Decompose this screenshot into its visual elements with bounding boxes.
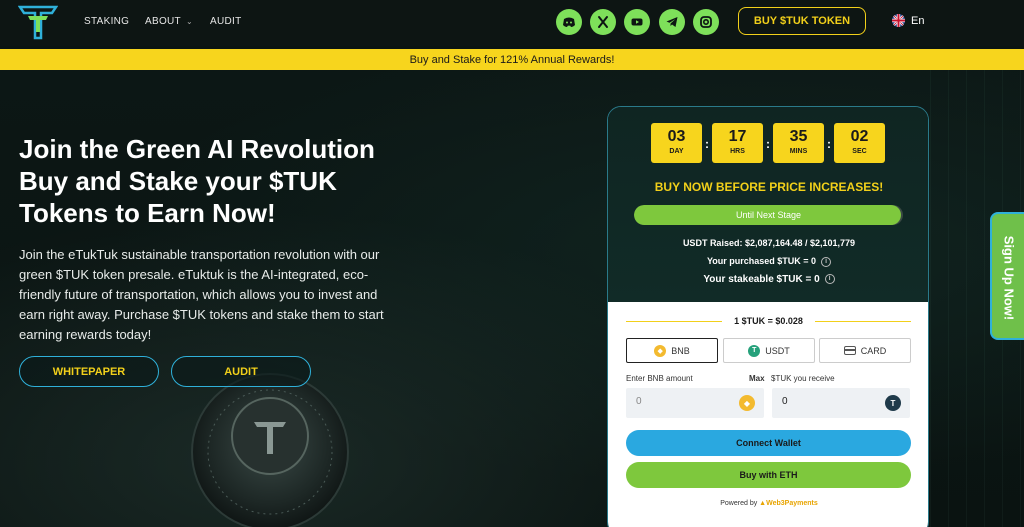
youtube-icon[interactable] [624,9,650,35]
purchased-tuk-text: Your purchased $TUK = 0 [706,256,817,266]
divider [814,320,912,322]
top-nav: STAKING ABOUT ⌄ AUDIT BUY $TUK TOKEN En [0,0,1024,46]
stage-progress-label: Until Next Stage [735,210,802,220]
countdown-days: 03 DAY [651,123,702,163]
tab-label: USDT [765,345,790,356]
countdown-value: 03 [667,128,686,145]
stage-progress-bar: Until Next Stage [634,205,903,225]
tuk-receive-value: 0 [782,396,788,407]
buy-tuk-token-button[interactable]: BUY $TUK TOKEN [738,7,866,35]
countdown-label: DAY [669,148,684,155]
promo-banner: Buy and Stake for 121% Annual Rewards! [0,49,1024,70]
countdown-value: 17 [728,128,747,145]
uk-flag-icon [892,14,905,27]
connect-wallet-button[interactable]: Connect Wallet [626,430,911,456]
powered-by: Powered by ▲Web3Payments [608,500,928,507]
token-rate-text: 1 $TUK = $0.028 [734,316,803,326]
usdt-raised: USDT Raised: $2,087,164.48 / $2,101,779 [682,238,856,248]
countdown-minutes: 35 MINS [773,123,824,163]
bnb-icon: ◆ [739,395,755,411]
nav-audit[interactable]: AUDIT [210,16,242,27]
purchase-form: 1 $TUK = $0.028 ◆ BNB T USDT CARD Enter … [608,302,928,527]
nav-staking[interactable]: STAKING [84,16,129,27]
countdown-hours: 17 HRS [712,123,763,163]
max-button[interactable]: Max [749,374,765,383]
credit-card-icon [843,346,856,355]
powered-by-text: Powered by [720,500,758,507]
countdown-label: HRS [730,148,745,155]
hero-title-line: Join the Green AI Revolution [19,134,375,164]
countdown-value: 35 [789,128,808,145]
bnb-amount-value: 0 [636,396,642,407]
tuk-receive-input[interactable]: 0 T [772,388,910,418]
tab-label: BNB [671,345,690,356]
purchased-tuk: Your purchased $TUK = 0 i [608,256,928,267]
sign-up-label: Sign Up Now! [1001,235,1017,321]
tab-card[interactable]: CARD [819,338,911,363]
info-icon[interactable]: i [824,274,835,285]
info-icon[interactable]: i [821,256,832,267]
sign-up-tab[interactable]: Sign Up Now! [990,212,1024,340]
etuktuk-logo[interactable] [18,4,58,40]
stakeable-tuk: Your stakeable $TUK = 0 i [608,274,928,285]
stakeable-tuk-text: Your stakeable $TUK = 0 [703,274,820,285]
token-rate: 1 $TUK = $0.028 [626,314,912,328]
vault-illustration [191,373,349,527]
x-icon[interactable] [590,9,616,35]
web3payments-brand[interactable]: Web3Payments [766,500,818,507]
buy-now-notice: BUY NOW BEFORE PRICE INCREASES! [654,180,884,194]
tab-label: CARD [860,345,887,356]
countdown-label: SEC [852,148,867,155]
instagram-icon[interactable] [693,9,719,35]
countdown-value: 02 [850,128,869,145]
hero-title-line: Tokens to Earn Now! [19,198,276,228]
hero-description: Join the eTukTuk sustainable transportat… [19,247,384,342]
countdown-label: MINS [789,148,808,155]
usdt-icon: T [748,344,761,357]
countdown-separator: : [827,137,831,151]
hero-title: Join the Green AI Revolution Buy and Sta… [19,133,419,229]
countdown-seconds: 02 SEC [834,123,885,163]
bnb-amount-input[interactable]: 0 ◆ [626,388,764,418]
nav-about[interactable]: ABOUT ⌄ [145,16,193,27]
nav-about-label: ABOUT [145,16,181,27]
language-selector[interactable]: En [892,14,924,27]
receive-label: $TUK you receive [771,374,835,383]
countdown-separator: : [705,137,709,151]
buy-with-eth-button[interactable]: Buy with ETH [626,462,911,488]
divider [626,320,723,322]
tuk-token-icon: T [885,395,901,411]
language-label: En [911,14,925,27]
presale-status-panel: 03 DAY : 17 HRS : 35 MINS : 02 SEC BUY N… [608,107,928,302]
chevron-down-icon: ⌄ [185,17,193,26]
tab-bnb[interactable]: ◆ BNB [626,338,718,363]
discord-icon[interactable] [556,9,582,35]
hero-title-line: Buy and Stake your $TUK [19,166,337,196]
whitepaper-button[interactable]: WHITEPAPER [19,356,159,387]
bnb-icon: ◆ [654,344,667,357]
countdown-separator: : [766,137,770,151]
audit-button[interactable]: AUDIT [171,356,311,387]
amount-label: Enter BNB amount [626,374,693,383]
tab-usdt[interactable]: T USDT [723,338,815,363]
telegram-icon[interactable] [659,9,685,35]
presale-widget: 03 DAY : 17 HRS : 35 MINS : 02 SEC BUY N… [607,106,929,527]
